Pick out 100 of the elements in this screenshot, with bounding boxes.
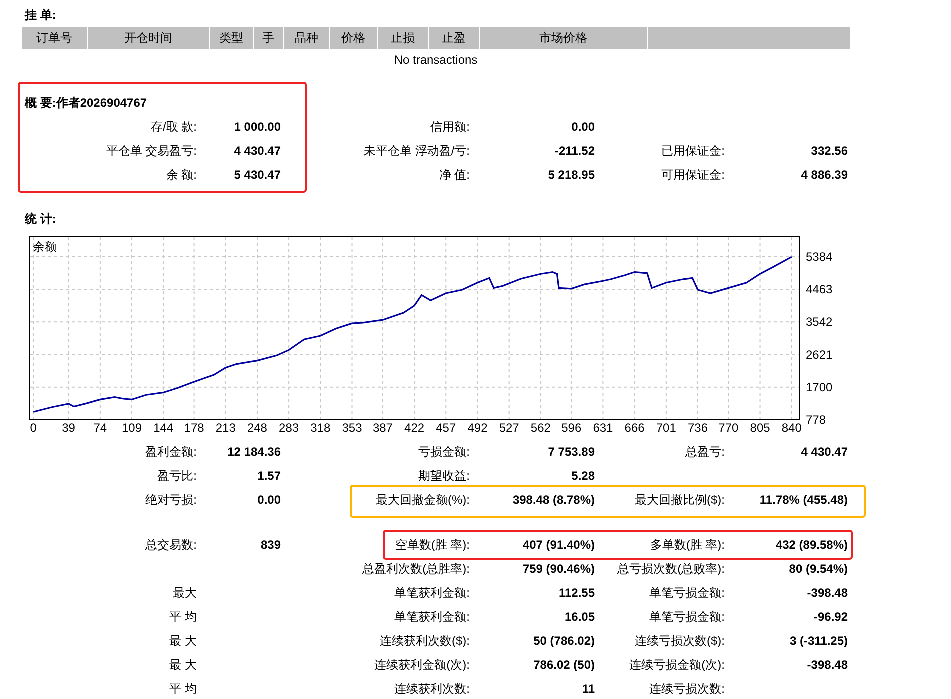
axis-tick-label: 4463	[806, 282, 833, 297]
axis-tick-label: 144	[154, 421, 174, 435]
axis-tick-label: 422	[404, 421, 425, 435]
field-label: 信用额:	[430, 120, 470, 134]
axis-tick-label: 39	[62, 421, 76, 435]
column-header: 止损	[378, 27, 429, 49]
field-label: 余 额:	[166, 168, 197, 182]
field-value: 3 (-311.25)	[790, 634, 848, 648]
field-label: 连续获利次数:	[394, 682, 470, 696]
field-label: 连续亏损金额(次):	[630, 658, 725, 672]
column-header: 价格	[330, 27, 378, 49]
field-label: 平仓单 交易盈亏:	[106, 144, 197, 158]
field-value: 1 000.00	[234, 120, 281, 134]
axis-tick-label: 736	[688, 421, 708, 435]
axis-tick-label: 770	[718, 421, 739, 435]
field-label: 净 值:	[439, 168, 470, 182]
field-value: 0.00	[258, 492, 281, 507]
field-label: 期望收益:	[418, 468, 470, 483]
field-label: 已用保证金:	[662, 144, 725, 158]
axis-tick-label: 5384	[806, 250, 833, 264]
field-label: 连续亏损次数($):	[635, 634, 725, 648]
axis-tick-label: 0	[30, 421, 37, 435]
field-value: 50 (786.02)	[534, 634, 595, 648]
field-label: 盈亏比:	[158, 468, 197, 483]
field-value: 5 430.47	[234, 168, 281, 182]
field-value: 11	[582, 682, 595, 696]
field-label: 平 均	[170, 682, 197, 696]
field-label: 单笔获利金额:	[394, 586, 470, 600]
field-label: 最大	[173, 586, 197, 600]
column-header: 市场价格	[480, 27, 648, 49]
field-value: -398.48	[807, 658, 848, 672]
axis-tick-label: 701	[656, 421, 676, 435]
section-title: 概 要:作者2026904767	[24, 95, 148, 112]
axis-tick-label: 353	[342, 421, 362, 435]
field-value: 0.00	[572, 120, 595, 134]
column-header: 订单号	[22, 27, 88, 49]
field-value: 12 184.36	[228, 444, 281, 459]
field-label: 存/取 款:	[150, 120, 197, 134]
axis-tick-label: 2621	[806, 348, 833, 362]
column-header: 止盈	[429, 27, 480, 49]
field-label: 可用保证金:	[662, 168, 725, 182]
field-label: 最大回撤比例($):	[635, 492, 725, 507]
axis-tick-label: 1700	[806, 380, 833, 394]
field-value: 4 886.39	[801, 168, 848, 182]
axis-tick-label: 631	[593, 421, 614, 435]
axis-tick-label: 74	[94, 421, 108, 435]
field-label: 最 大	[170, 634, 197, 648]
axis-tick-label: 387	[372, 421, 393, 435]
section-title: 统 计:	[24, 211, 58, 228]
axis-tick-label: 562	[530, 421, 551, 435]
field-label: 空单数(胜 率):	[395, 538, 470, 552]
field-value: 1.57	[258, 468, 281, 483]
field-value: -211.52	[554, 144, 595, 158]
field-value: 432 (89.58%)	[776, 538, 848, 552]
field-label: 单笔亏损金额:	[650, 586, 725, 600]
axis-tick-label: 666	[624, 421, 645, 435]
field-value: 11.78% (455.48)	[760, 492, 848, 507]
field-value: 407 (91.40%)	[522, 538, 595, 552]
field-label: 总交易数:	[146, 538, 197, 552]
axis-tick-label: 805	[750, 421, 770, 435]
field-value: 4 430.47	[801, 444, 848, 459]
field-label: 连续亏损次数:	[650, 682, 725, 696]
axis-tick-label: 527	[499, 421, 520, 435]
field-label: 绝对亏损:	[146, 492, 197, 507]
chart-legend: 余额	[33, 240, 57, 254]
field-value: 112.55	[558, 586, 595, 600]
column-header: 手	[254, 27, 284, 49]
field-label: 最 大	[170, 658, 197, 672]
column-header: 开仓时间	[88, 27, 210, 49]
field-value: 332.56	[811, 144, 848, 158]
axis-tick-label: 457	[436, 421, 456, 435]
field-value: 80 (9.54%)	[789, 562, 848, 576]
field-value: 7 753.89	[548, 444, 595, 459]
axis-tick-label: 840	[782, 421, 802, 435]
field-label: 平 均	[170, 610, 197, 624]
field-value: 398.48 (8.78%)	[512, 492, 595, 507]
field-label: 多单数(胜 率):	[650, 538, 725, 552]
field-value: 4 430.47	[234, 144, 281, 158]
empty-message: No transactions	[393, 52, 479, 69]
axis-tick-label: 492	[468, 421, 488, 435]
field-label: 总盈利次数(总胜率):	[362, 562, 470, 576]
field-value: -398.48	[807, 586, 848, 600]
field-label: 亏损金额:	[418, 444, 470, 459]
field-label: 未平仓单 浮动盈/亏:	[364, 144, 470, 158]
field-label: 连续获利次数($):	[380, 634, 470, 648]
axis-tick-label: 213	[216, 421, 236, 435]
field-label: 总盈亏:	[686, 444, 725, 459]
field-value: 759 (90.46%)	[522, 562, 595, 576]
axis-tick-label: 3542	[806, 315, 833, 330]
field-value: 839	[260, 538, 281, 552]
field-label: 连续获利金额(次):	[374, 658, 470, 672]
field-value: 786.02 (50)	[534, 658, 595, 672]
column-header: 品种	[284, 27, 330, 49]
axis-tick-label: 778	[806, 413, 826, 427]
axis-tick-label: 283	[279, 421, 300, 435]
field-label: 总亏损次数(总败率):	[618, 562, 725, 576]
field-value: 5.28	[572, 468, 595, 483]
field-value: -96.92	[814, 610, 848, 624]
axis-tick-label: 109	[122, 421, 142, 435]
field-value: 16.05	[564, 610, 595, 624]
